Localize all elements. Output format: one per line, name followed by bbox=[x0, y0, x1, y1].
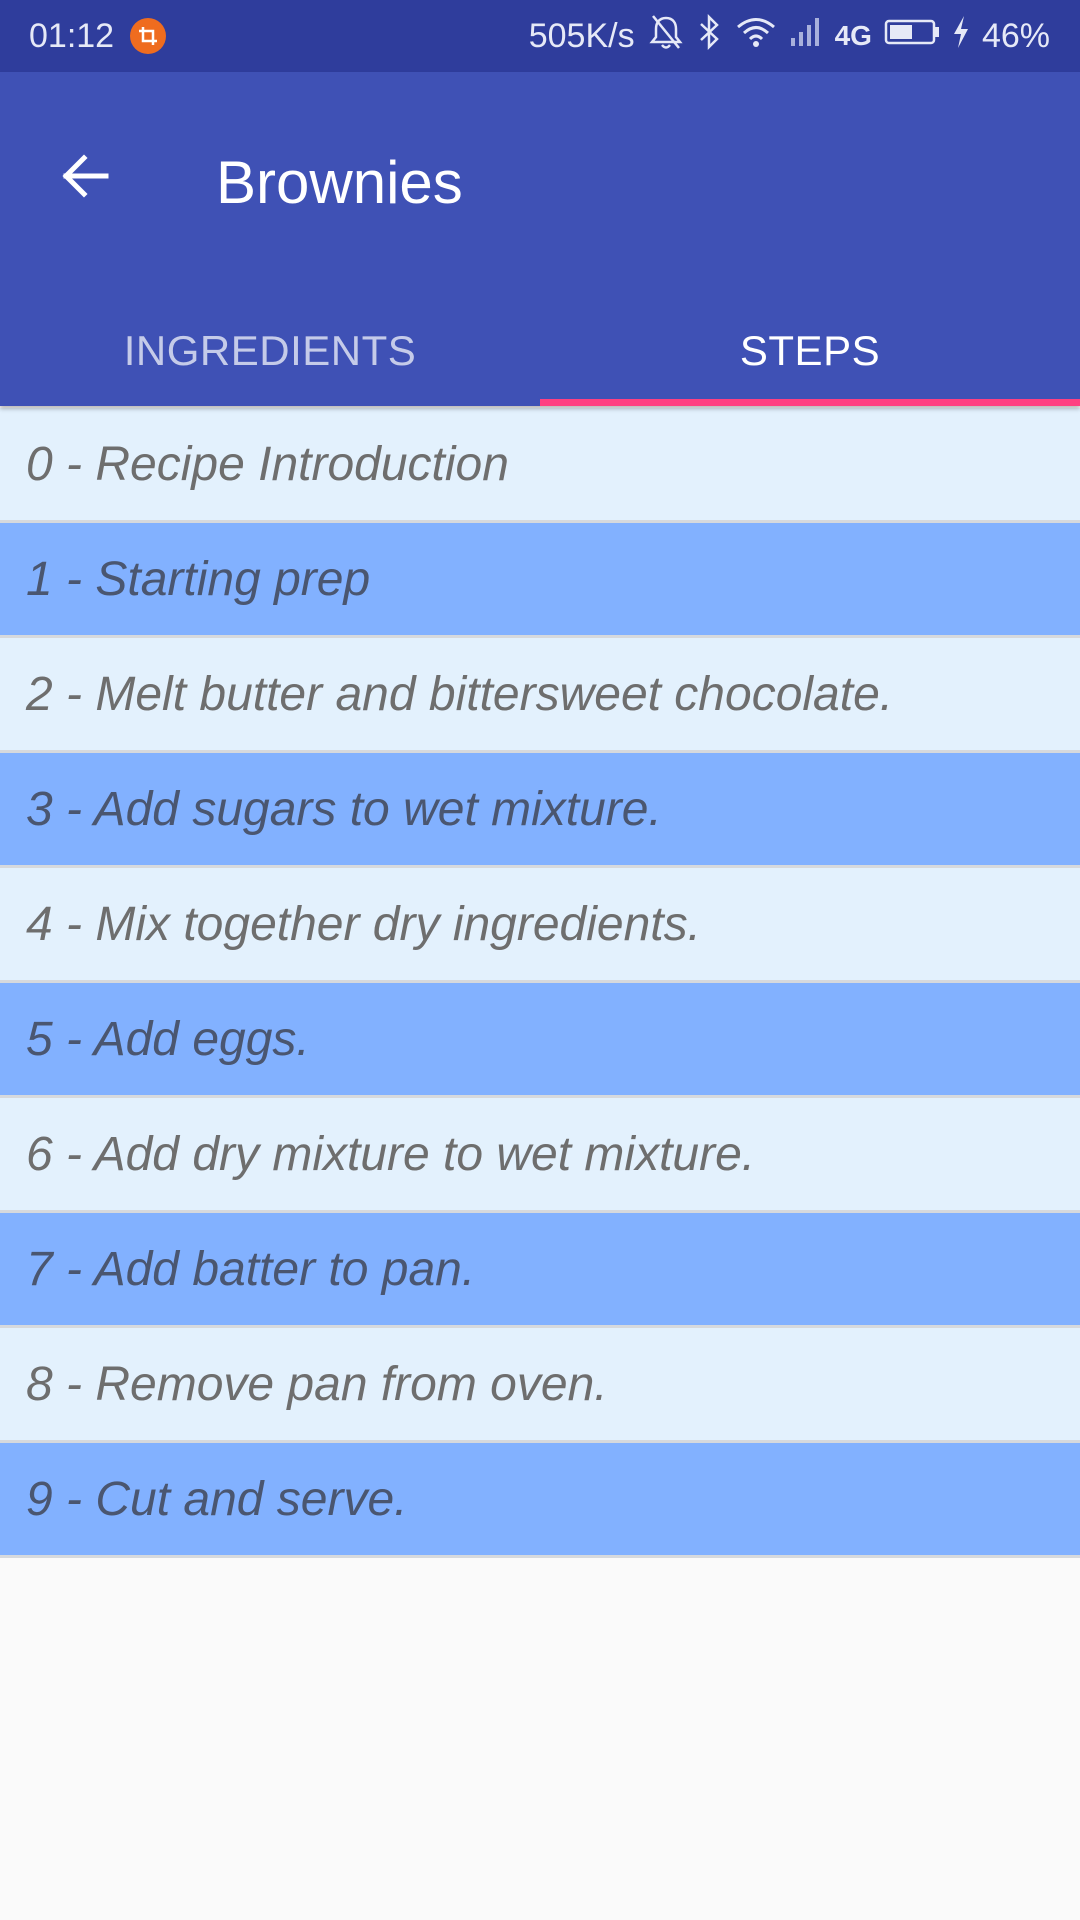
tab-bar: INGREDIENTS STEPS bbox=[0, 296, 1080, 406]
bluetooth-icon bbox=[697, 12, 723, 61]
step-label: 4 - Mix together dry ingredients. bbox=[26, 897, 701, 951]
status-right-group: 505K/s 4G 46% bbox=[528, 12, 1050, 61]
step-label: 8 - Remove pan from oven. bbox=[26, 1357, 608, 1411]
battery-icon bbox=[884, 12, 940, 61]
network-speed: 505K/s bbox=[528, 17, 635, 55]
step-label: 0 - Recipe Introduction bbox=[26, 437, 509, 491]
tab-steps[interactable]: STEPS bbox=[540, 296, 1080, 406]
step-label: 3 - Add sugars to wet mixture. bbox=[26, 782, 662, 836]
step-item[interactable]: 1 - Starting prep bbox=[0, 523, 1080, 638]
step-label: 6 - Add dry mixture to wet mixture. bbox=[26, 1127, 756, 1181]
network-type: 4G bbox=[834, 20, 872, 51]
tab-indicator bbox=[540, 399, 1080, 406]
step-label: 7 - Add batter to pan. bbox=[26, 1242, 476, 1296]
tab-ingredients[interactable]: INGREDIENTS bbox=[0, 296, 540, 406]
step-label: 5 - Add eggs. bbox=[26, 1012, 310, 1066]
app-bar: Brownies INGREDIENTS STEPS bbox=[0, 72, 1080, 406]
alarm-off-icon bbox=[647, 12, 685, 61]
charging-icon bbox=[952, 12, 970, 61]
step-item[interactable]: 7 - Add batter to pan. bbox=[0, 1213, 1080, 1328]
step-item[interactable]: 3 - Add sugars to wet mixture. bbox=[0, 753, 1080, 868]
step-item[interactable]: 5 - Add eggs. bbox=[0, 983, 1080, 1098]
step-item[interactable]: 8 - Remove pan from oven. bbox=[0, 1328, 1080, 1443]
tab-label: STEPS bbox=[739, 327, 881, 374]
step-label: 1 - Starting prep bbox=[26, 552, 371, 606]
step-label: 2 - Melt butter and bittersweet chocolat… bbox=[26, 667, 894, 721]
crop-icon bbox=[130, 18, 166, 54]
step-item[interactable]: 4 - Mix together dry ingredients. bbox=[0, 868, 1080, 983]
step-label: 9 - Cut and serve. bbox=[26, 1472, 408, 1526]
back-button[interactable] bbox=[44, 138, 124, 218]
step-item[interactable]: 2 - Melt butter and bittersweet chocolat… bbox=[0, 638, 1080, 753]
status-time: 01:12 bbox=[29, 17, 115, 55]
step-item[interactable]: 0 - Recipe Introduction bbox=[0, 408, 1080, 523]
battery-percent: 46% bbox=[981, 17, 1050, 55]
signal-icon bbox=[789, 12, 823, 61]
step-item[interactable]: 9 - Cut and serve. bbox=[0, 1443, 1080, 1558]
tab-label: INGREDIENTS bbox=[123, 327, 417, 374]
wifi-icon bbox=[735, 12, 777, 61]
page-title: Brownies bbox=[216, 149, 463, 216]
steps-list: 0 - Recipe Introduction 1 - Starting pre… bbox=[0, 408, 1080, 1558]
status-bar: 01:12 505K/s 4G 46% bbox=[0, 0, 1080, 72]
arrow-back-icon bbox=[58, 150, 110, 207]
step-item[interactable]: 6 - Add dry mixture to wet mixture. bbox=[0, 1098, 1080, 1213]
